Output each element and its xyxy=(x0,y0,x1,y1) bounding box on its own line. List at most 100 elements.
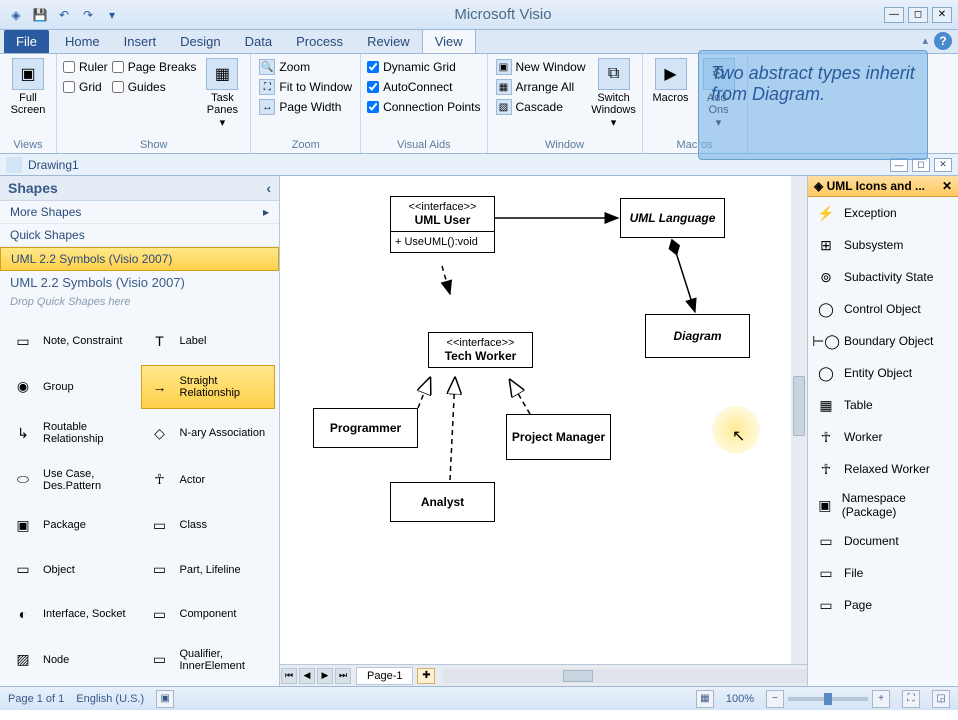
shape-qualifier-innerelement[interactable]: ▭Qualifier, InnerElement xyxy=(141,638,276,683)
tab-data[interactable]: Data xyxy=(233,30,284,53)
task-panes-button[interactable]: ▦ Task Panes▾ xyxy=(200,56,244,131)
narration-overlay: Two abstract types inherit from Diagram. xyxy=(698,50,928,160)
zoom-slider[interactable] xyxy=(788,697,868,701)
stencil-uml-symbols[interactable]: UML 2.2 Symbols (Visio 2007) xyxy=(0,247,279,271)
page-prev-button[interactable]: ◀ xyxy=(299,668,315,684)
record-macro-icon[interactable]: ▣ xyxy=(156,690,174,708)
icon-item-file[interactable]: ▭File xyxy=(808,557,958,589)
box-analyst[interactable]: Analyst xyxy=(390,482,495,522)
cascade-button[interactable]: ▧Cascade xyxy=(494,98,588,116)
ribbon-toggle-icon[interactable]: ▴ xyxy=(922,34,928,47)
close-button[interactable]: ✕ xyxy=(932,7,952,23)
page-width-button[interactable]: ↔Page Width xyxy=(257,98,354,116)
icon-item-exception[interactable]: ⚡Exception xyxy=(808,197,958,229)
zoom-button[interactable]: 🔍Zoom xyxy=(257,58,354,76)
tab-insert[interactable]: Insert xyxy=(112,30,169,53)
doc-close-button[interactable]: ✕ xyxy=(934,158,952,172)
connection-points-checkbox[interactable]: Connection Points xyxy=(367,100,480,114)
icon-item-boundary-object[interactable]: ⊢◯Boundary Object xyxy=(808,325,958,357)
shape-node[interactable]: ▨Node xyxy=(4,638,139,683)
tab-review[interactable]: Review xyxy=(355,30,422,53)
shape-note-constraint[interactable]: ▭Note, Constraint xyxy=(4,320,139,363)
quick-shapes-item[interactable]: Quick Shapes xyxy=(0,224,279,247)
add-page-button[interactable]: ✚ xyxy=(417,668,435,684)
hscroll-thumb[interactable] xyxy=(563,670,593,682)
shape-label[interactable]: TLabel xyxy=(141,320,276,363)
macros-button[interactable]: ▶ Macros xyxy=(649,56,693,106)
autoconnect-checkbox[interactable]: AutoConnect xyxy=(367,80,480,94)
box-programmer[interactable]: Programmer xyxy=(313,408,418,448)
ruler-checkbox[interactable]: Ruler xyxy=(63,60,108,74)
icon-item-worker[interactable]: ☥Worker xyxy=(808,421,958,453)
shape-class[interactable]: ▭Class xyxy=(141,504,276,547)
full-screen-button[interactable]: ▣ Full Screen xyxy=(6,56,50,118)
shape-actor[interactable]: ☥Actor xyxy=(141,458,276,503)
uml-glyph-icon: ⊢◯ xyxy=(816,331,836,351)
qat-dropdown-icon[interactable]: ▾ xyxy=(102,5,122,25)
shape-interface-socket[interactable]: ◐Interface, Socket xyxy=(4,593,139,636)
icon-item-page[interactable]: ▭Page xyxy=(808,589,958,621)
icon-item-namespace-package-[interactable]: ▣Namespace (Package) xyxy=(808,485,958,525)
fit-window-button[interactable]: ⛶Fit to Window xyxy=(257,78,354,96)
shape-object[interactable]: ▭Object xyxy=(4,549,139,592)
zoom-in-button[interactable]: + xyxy=(872,690,890,708)
panel-close-icon[interactable]: ✕ xyxy=(942,179,952,193)
grid-checkbox[interactable]: Grid xyxy=(63,80,108,94)
zoom-thumb[interactable] xyxy=(824,693,832,705)
page-breaks-checkbox[interactable]: Page Breaks xyxy=(112,60,197,74)
tab-process[interactable]: Process xyxy=(284,30,355,53)
icon-item-subactivity-state[interactable]: ⊚Subactivity State xyxy=(808,261,958,293)
view-mode-icon[interactable]: ▦ xyxy=(696,690,714,708)
help-icon[interactable]: ? xyxy=(934,32,952,50)
minimize-button[interactable]: — xyxy=(884,7,904,23)
icon-item-relaxed-worker[interactable]: ☥Relaxed Worker xyxy=(808,453,958,485)
undo-icon[interactable]: ↶ xyxy=(54,5,74,25)
box-project-manager[interactable]: Project Manager xyxy=(506,414,611,460)
page-tab-1[interactable]: Page-1 xyxy=(356,667,413,685)
shape-n-ary-association[interactable]: ◇N-ary Association xyxy=(141,411,276,456)
status-lang[interactable]: English (U.S.) xyxy=(76,693,144,705)
shapes-collapse-icon[interactable]: ‹ xyxy=(266,180,271,196)
shape-use-case-des-pattern[interactable]: ⬭Use Case, Des.Pattern xyxy=(4,458,139,503)
shape-part-lifeline[interactable]: ▭Part, Lifeline xyxy=(141,549,276,592)
shape-routable-relationship[interactable]: ↳Routable Relationship xyxy=(4,411,139,456)
box-diagram[interactable]: Diagram xyxy=(645,314,750,358)
box-uml-language[interactable]: UML Language xyxy=(620,198,725,238)
tab-view[interactable]: View xyxy=(422,29,476,53)
page-first-button[interactable]: ⏮ xyxy=(281,668,297,684)
maximize-button[interactable]: ◻ xyxy=(908,7,928,23)
shape-component[interactable]: ▭Component xyxy=(141,593,276,636)
arrange-all-button[interactable]: ▦Arrange All xyxy=(494,78,588,96)
tab-home[interactable]: Home xyxy=(53,30,112,53)
icon-item-table[interactable]: ▦Table xyxy=(808,389,958,421)
zoom-level[interactable]: 100% xyxy=(726,693,754,705)
shape-group[interactable]: ◉Group xyxy=(4,365,139,410)
page-last-button[interactable]: ⏭ xyxy=(335,668,351,684)
guides-checkbox[interactable]: Guides xyxy=(112,80,197,94)
icon-item-entity-object[interactable]: ◯Entity Object xyxy=(808,357,958,389)
tab-design[interactable]: Design xyxy=(168,30,232,53)
box-tech-worker[interactable]: <<interface>> Tech Worker xyxy=(428,332,533,368)
pan-zoom-icon[interactable]: ◲ xyxy=(932,690,950,708)
zoom-out-button[interactable]: − xyxy=(766,690,784,708)
redo-icon[interactable]: ↷ xyxy=(78,5,98,25)
icon-item-control-object[interactable]: ◯Control Object xyxy=(808,293,958,325)
switch-windows-button[interactable]: ⧉ Switch Windows▾ xyxy=(592,56,636,131)
box-uml-user[interactable]: <<interface>> UML User + UseUML():void xyxy=(390,196,495,253)
shape-straight-relationship[interactable]: →Straight Relationship xyxy=(141,365,276,410)
tab-file[interactable]: File xyxy=(4,30,49,53)
drawing-canvas[interactable]: <<interface>> UML User + UseUML():void U… xyxy=(280,176,791,664)
dynamic-grid-checkbox[interactable]: Dynamic Grid xyxy=(367,60,480,74)
save-icon[interactable]: 💾 xyxy=(30,5,50,25)
visio-icon[interactable]: ◈ xyxy=(6,5,26,25)
new-window-button[interactable]: ▣New Window xyxy=(494,58,588,76)
shape-package[interactable]: ▣Package xyxy=(4,504,139,547)
canvas-vscroll[interactable] xyxy=(791,176,807,664)
more-shapes-item[interactable]: More Shapes▸ xyxy=(0,201,279,224)
icon-item-subsystem[interactable]: ⊞Subsystem xyxy=(808,229,958,261)
icon-item-document[interactable]: ▭Document xyxy=(808,525,958,557)
vscroll-thumb[interactable] xyxy=(793,376,805,436)
fit-page-icon[interactable]: ⛶ xyxy=(902,690,920,708)
canvas-hscroll[interactable] xyxy=(443,669,807,683)
page-next-button[interactable]: ▶ xyxy=(317,668,333,684)
